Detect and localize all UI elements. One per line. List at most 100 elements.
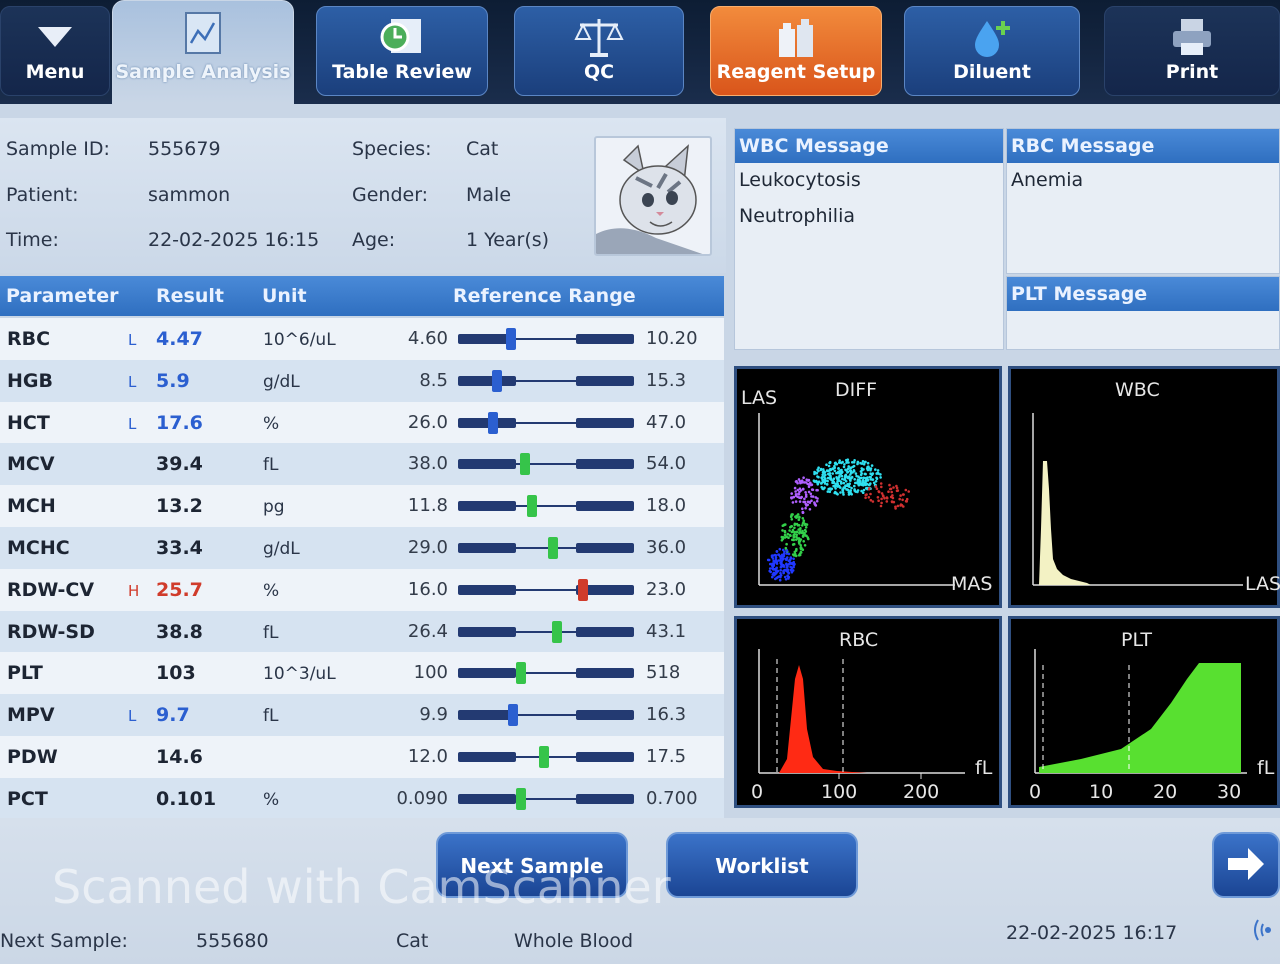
range-bar [458, 662, 634, 684]
range-high: 23.0 [646, 579, 687, 600]
param-unit: % [263, 790, 280, 810]
range-low: 4.60 [407, 328, 448, 349]
table-row: MCV 39.4 fL 38.0 54.0 [0, 443, 724, 485]
reagent-bottles-icon [779, 19, 813, 57]
table-row: MCHC 33.4 g/dL 29.0 36.0 [0, 527, 724, 569]
tab-table-review[interactable]: Table Review [316, 6, 488, 96]
range-marker [527, 495, 537, 517]
tab-print[interactable]: Print [1104, 6, 1280, 96]
range-high: 43.1 [646, 621, 687, 642]
main-toolbar: Menu Sample Analysis Table Review QC Rea… [0, 0, 1280, 104]
wbc-message-box: WBC Message Leukocytosis Neutrophilia [734, 128, 1004, 350]
table-row: RDW-SD 38.8 fL 26.4 43.1 [0, 611, 724, 653]
param-name: PLT [7, 662, 43, 684]
species-value: Cat [466, 138, 499, 160]
range-high: 18.0 [646, 495, 687, 516]
range-marker [488, 412, 498, 434]
range-bar [458, 537, 634, 559]
plt-histogram: PLT fL 0 10 20 30 [1008, 616, 1280, 808]
param-name: RDW-CV [7, 579, 95, 601]
col-result: Result [156, 285, 224, 307]
param-unit: 10^3/uL [263, 664, 336, 684]
age-label: Age: [352, 229, 396, 251]
range-marker [552, 621, 562, 643]
range-high: 518 [646, 662, 681, 683]
wbc-histogram: WBC LAS [1008, 366, 1280, 608]
next-sample-label: Next Sample: [0, 930, 128, 952]
worklist-button[interactable]: Worklist [666, 832, 858, 898]
param-result: 0.101 [156, 788, 217, 810]
sample-mode: Whole Blood [514, 930, 634, 952]
param-unit: % [263, 414, 280, 434]
table-row: MPV L 9.7 fL 9.9 16.3 [0, 694, 724, 736]
table-row: PCT 0.101% 0.090 0.700 [0, 778, 724, 820]
tab-sample-analysis[interactable]: Sample Analysis [112, 0, 294, 104]
range-marker [578, 579, 588, 601]
table-review-icon [380, 19, 421, 53]
param-result: 14.6 [156, 746, 203, 768]
tab-qc-label: QC [583, 61, 615, 83]
forward-button[interactable] [1212, 832, 1280, 898]
tab-table-review-label: Table Review [332, 61, 472, 83]
range-marker [548, 537, 558, 559]
param-result: 17.6 [156, 412, 203, 434]
chart-document-icon [185, 12, 221, 54]
range-low: 26.4 [407, 621, 448, 642]
param-unit: g/dL [263, 372, 300, 392]
range-bar [458, 746, 634, 768]
range-low: 100 [413, 662, 448, 683]
param-name: MPV [7, 704, 55, 726]
arrow-right-icon [1228, 848, 1264, 880]
range-bar [458, 370, 634, 392]
age-value: 1 Year(s) [466, 229, 550, 251]
next-sample-species: Cat [396, 930, 429, 952]
param-name: MCV [7, 453, 55, 475]
rbc-curve [758, 649, 965, 779]
range-high: 54.0 [646, 453, 687, 474]
range-high: 16.3 [646, 704, 687, 725]
param-flag: H [128, 582, 140, 600]
gender-value: Male [466, 184, 512, 206]
param-result: 39.4 [156, 453, 203, 475]
cat-icon [596, 144, 703, 254]
range-marker [516, 662, 526, 684]
range-bar [458, 788, 634, 810]
plt-curve [1034, 649, 1247, 774]
range-low: 11.8 [407, 495, 448, 516]
param-unit: pg [263, 497, 285, 517]
range-high: 47.0 [646, 412, 687, 433]
range-bar [458, 328, 634, 350]
range-high: 17.5 [646, 746, 687, 767]
param-result: 33.4 [156, 537, 203, 559]
species-avatar [594, 136, 712, 256]
menu-button[interactable]: Menu [0, 6, 110, 96]
menu-label: Menu [25, 61, 85, 83]
param-name: PDW [7, 746, 58, 768]
table-row: HGB L 5.9 g/dL 8.5 15.3 [0, 360, 724, 402]
gender-label: Gender: [352, 184, 429, 206]
range-marker [492, 370, 502, 392]
param-result: 38.8 [156, 621, 203, 643]
sample-id-label: Sample ID: [6, 138, 110, 160]
tab-diluent[interactable]: Diluent [904, 6, 1080, 96]
wbc-curve [1032, 413, 1243, 586]
rbc-message-box: RBC Message Anemia [1006, 128, 1280, 274]
range-marker [539, 746, 549, 768]
wbc-message-line: Neutrophilia [739, 205, 855, 227]
tab-reagent-setup[interactable]: Reagent Setup [710, 6, 882, 96]
table-row: HCT L 17.6% 26.0 47.0 [0, 402, 724, 444]
range-bar [458, 579, 634, 601]
range-low: 26.0 [407, 412, 448, 433]
param-name: HGB [7, 370, 53, 392]
param-result: 4.47 [156, 328, 203, 350]
param-name: HCT [7, 412, 50, 434]
scale-icon [574, 19, 624, 57]
tab-qc[interactable]: QC [514, 6, 684, 96]
param-unit: g/dL [263, 539, 300, 559]
param-flag: L [128, 415, 137, 433]
param-flag: L [128, 331, 137, 349]
range-marker [520, 453, 530, 475]
param-unit: 10^6/uL [263, 330, 336, 350]
col-unit: Unit [262, 285, 307, 307]
range-low: 0.090 [396, 788, 448, 809]
